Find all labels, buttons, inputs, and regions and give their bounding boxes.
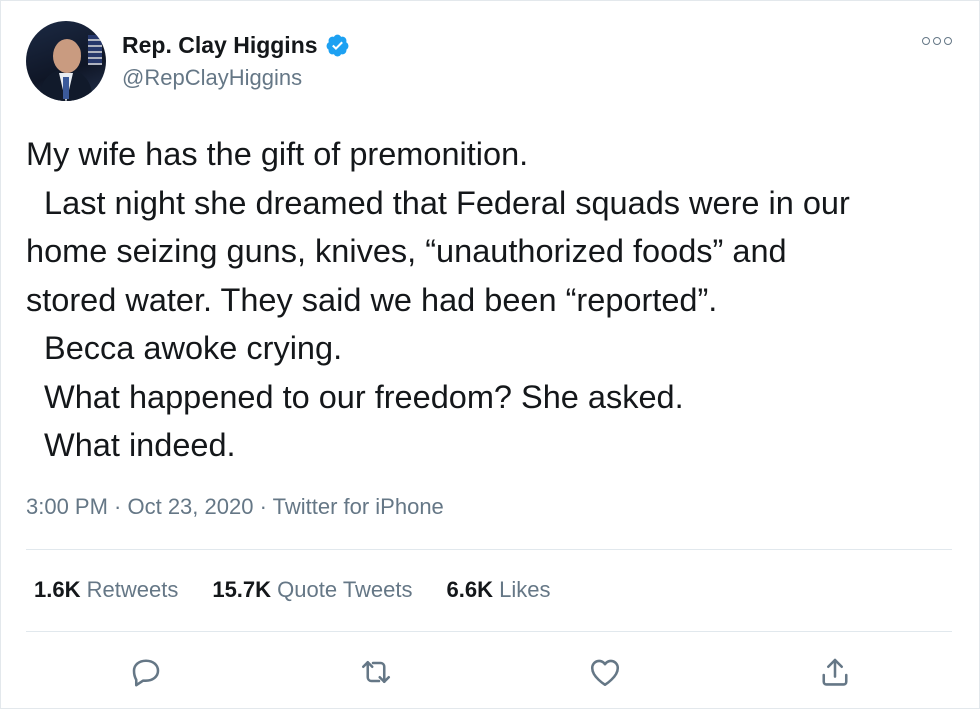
like-icon[interactable] [587,654,623,690]
tweet-card: Rep. Clay Higgins @RepClayHiggins My wif… [0,0,980,709]
likes-label: Likes [499,577,551,602]
quote-tweets-count: 15.7K [212,577,272,602]
quote-tweets-stat[interactable]: 15.7K Quote Tweets [212,577,412,603]
tweet-line: What indeed. [26,427,236,463]
avatar-flag [88,35,102,65]
more-icon[interactable] [922,37,952,45]
divider [26,549,952,550]
avatar-head [53,39,81,73]
display-name[interactable]: Rep. Clay Higgins [122,32,350,59]
tweet-timestamp[interactable]: 3:00 PM · Oct 23, 2020 · Twitter for iPh… [26,494,444,520]
tweet-line: Last night she dreamed that Federal squa… [26,184,850,221]
more-dot [922,37,930,45]
tweet-line: My wife has the gift of premonition. [26,136,529,172]
more-dot [933,37,941,45]
avatar[interactable] [26,21,106,101]
retweets-label: Retweets [86,577,179,602]
divider [26,631,952,632]
tweet-line: stored water. They said we had been “rep… [26,281,718,318]
tweet-line: Becca awoke crying. [26,330,343,366]
more-dot [944,37,952,45]
quote-tweets-label: Quote Tweets [277,577,413,602]
tweet-line: What happened to our freedom? She asked. [26,378,684,415]
action-bar [1,654,980,694]
tweet-stats: 1.6K Retweets 15.7K Quote Tweets 6.6K Li… [34,577,550,603]
retweets-stat[interactable]: 1.6K Retweets [34,577,178,603]
retweets-count: 1.6K [34,577,81,602]
avatar-tie [63,77,69,99]
tweet-line: home seizing guns, knives, “unauthorized… [26,233,787,269]
reply-icon[interactable] [128,654,164,690]
likes-stat[interactable]: 6.6K Likes [447,577,551,603]
tweet-text: My wife has the gift of premonition. Las… [26,130,956,470]
share-icon[interactable] [817,654,853,690]
verified-icon [325,33,350,58]
likes-count: 6.6K [446,577,493,602]
user-handle[interactable]: @RepClayHiggins [122,65,302,91]
retweet-icon[interactable] [358,654,394,690]
display-name-text[interactable]: Rep. Clay Higgins [122,32,318,59]
